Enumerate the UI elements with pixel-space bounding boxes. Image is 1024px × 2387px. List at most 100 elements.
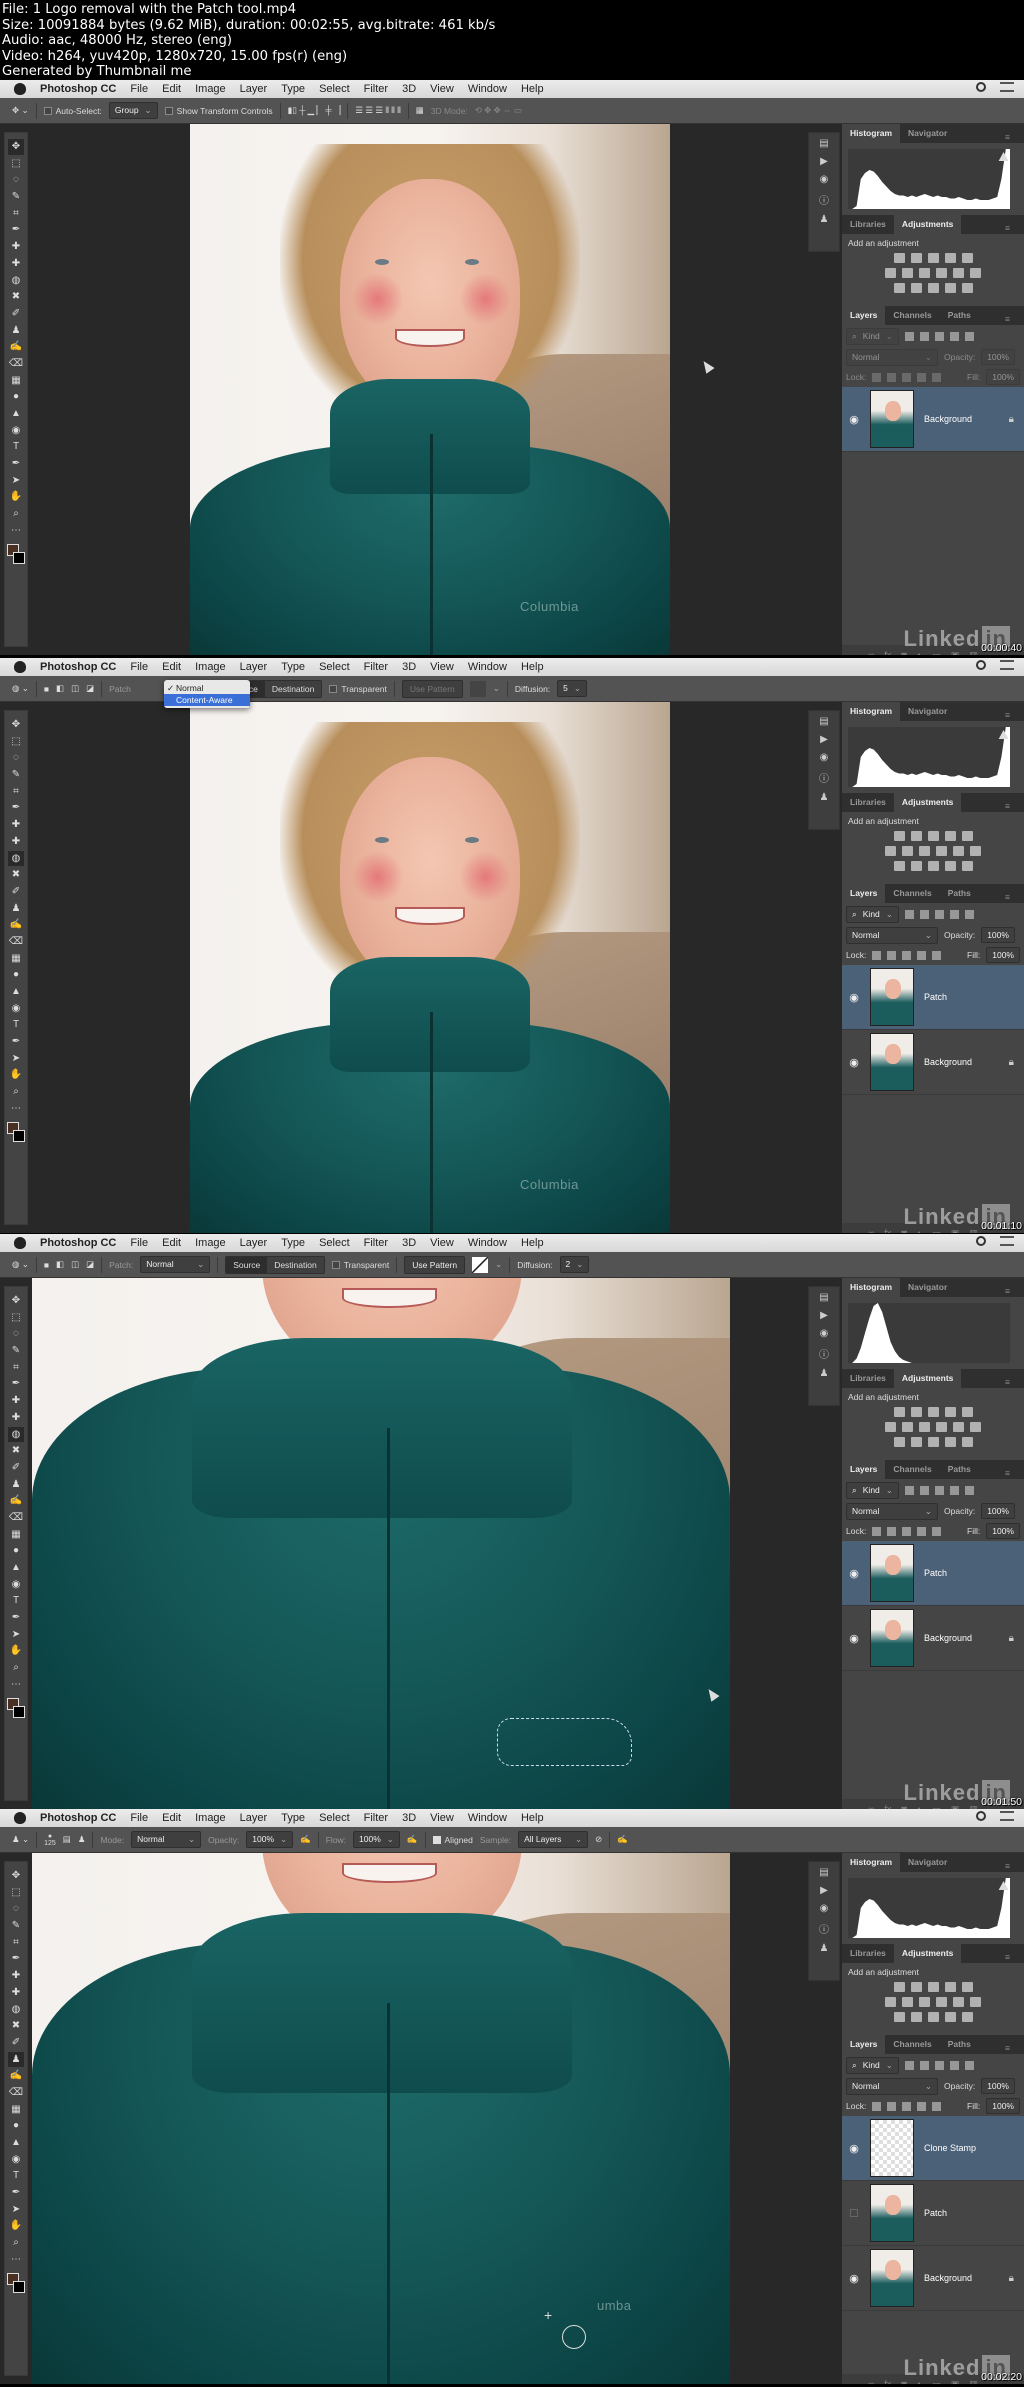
hue-saturation-icon[interactable] xyxy=(885,1422,896,1432)
black-white-icon[interactable] xyxy=(919,846,930,856)
menu-image[interactable]: Image xyxy=(195,1237,226,1249)
selective-color-icon[interactable] xyxy=(944,861,956,871)
filter-smart-icon[interactable] xyxy=(964,1485,974,1495)
link-icon[interactable]: ∞ xyxy=(868,2379,874,2384)
tab-histogram[interactable]: Histogram xyxy=(842,124,901,143)
selective-color-icon[interactable] xyxy=(944,283,956,293)
filter-pixel-icon[interactable] xyxy=(904,1485,914,1495)
patch-tool-icon[interactable]: ◍ xyxy=(8,273,24,289)
lock-icon[interactable]: 🔒︎ xyxy=(1009,1633,1014,1644)
spot-heal-tool-icon[interactable]: ✚ xyxy=(8,1968,24,1984)
selective-color-icon[interactable] xyxy=(944,1437,956,1447)
lock-all-icon[interactable] xyxy=(932,950,942,960)
vibrance-icon[interactable] xyxy=(961,1982,973,1992)
menu-edit[interactable]: Edit xyxy=(162,661,181,673)
posterize-icon[interactable] xyxy=(910,861,922,871)
destination-button[interactable]: Destination xyxy=(267,1256,324,1273)
threshold-icon[interactable] xyxy=(927,283,939,293)
photo-filter-icon[interactable] xyxy=(936,268,947,278)
apple-icon[interactable] xyxy=(14,661,26,673)
marquee-tool-icon[interactable]: ⬚ xyxy=(8,156,24,172)
lock-brush-icon[interactable] xyxy=(887,1526,897,1536)
selection-mode-add[interactable]: ◧ xyxy=(56,683,64,694)
patch-tool-icon[interactable]: ◍ xyxy=(8,1426,24,1443)
pen-tool-icon[interactable]: ✒ xyxy=(8,1610,24,1626)
content-move-tool-icon[interactable]: ✖ xyxy=(8,867,24,883)
tab-paths[interactable]: Paths xyxy=(940,884,979,903)
ignore-adjustment-icon[interactable]: ⊘ xyxy=(595,1834,602,1845)
blend-mode-dropdown[interactable]: Normal ⌄ xyxy=(846,1502,938,1520)
panel-menu-icon[interactable]: ≡ xyxy=(997,1857,1018,1875)
tab-navigator[interactable]: Navigator xyxy=(900,1853,955,1872)
tab-histogram[interactable]: Histogram xyxy=(842,1853,901,1872)
menu-3d[interactable]: 3D xyxy=(402,661,416,673)
lock-artboard-icon[interactable] xyxy=(917,2101,927,2111)
hue-saturation-icon[interactable] xyxy=(885,846,896,856)
crop-tool-icon[interactable]: ⌗ xyxy=(8,784,24,800)
lasso-tool-icon[interactable]: ◌ xyxy=(8,1326,24,1342)
lock-icon[interactable]: 🔒︎ xyxy=(1009,2273,1014,2284)
tab-histogram[interactable]: Histogram xyxy=(842,1278,901,1297)
levels-icon[interactable] xyxy=(910,253,922,263)
sharpen-tool-icon[interactable]: ▲ xyxy=(8,406,24,422)
selection-mode-new[interactable]: ■ xyxy=(44,684,49,694)
menu-window[interactable]: Window xyxy=(468,1812,507,1824)
diffusion-field[interactable]: 2 ⌄ xyxy=(559,1256,590,1273)
menu-filter[interactable]: Filter xyxy=(364,83,388,95)
patch-mode-option[interactable]: Content-Aware xyxy=(164,694,250,706)
document-photo[interactable]: umba + xyxy=(32,1853,730,2384)
content-move-tool-icon[interactable]: ✖ xyxy=(8,2018,24,2034)
filter-pixel-icon[interactable] xyxy=(904,909,914,919)
hand-tool-icon[interactable]: ✋ xyxy=(8,2218,24,2234)
menu-type[interactable]: Type xyxy=(281,1237,305,1249)
lock-transparent-icon[interactable] xyxy=(872,2101,882,2111)
tab-channels[interactable]: Channels xyxy=(885,2035,939,2054)
workspace-icon[interactable] xyxy=(1000,1811,1014,1821)
hand-tool-icon[interactable]: ✋ xyxy=(8,1643,24,1659)
pressure-size-icon[interactable]: ✍ xyxy=(617,1834,628,1845)
document-photo[interactable] xyxy=(32,1278,730,1809)
curves-icon[interactable] xyxy=(927,1407,939,1417)
tab-adjustments[interactable]: Adjustments xyxy=(893,1944,962,1963)
destination-button[interactable]: Destination xyxy=(264,680,322,697)
tab-channels[interactable]: Channels xyxy=(885,306,939,325)
color-balance-icon[interactable] xyxy=(902,846,913,856)
kind-filter-dropdown[interactable]: ⌕ Kind ⌄ xyxy=(846,905,899,923)
curves-icon[interactable] xyxy=(927,1982,939,1992)
filter-adjustment-icon[interactable] xyxy=(919,909,929,919)
clone-source-icon[interactable]: ♟ xyxy=(820,214,829,225)
filter-type-icon[interactable] xyxy=(934,1485,944,1495)
brush-settings-icon[interactable]: ▤ xyxy=(63,1834,71,1845)
opacity-field[interactable]: 100% xyxy=(981,1503,1015,1519)
visibility-eye-icon[interactable]: ◉ xyxy=(848,2272,860,2285)
path-select-tool-icon[interactable]: ➤ xyxy=(8,1051,24,1067)
panel-menu-icon[interactable]: ≡ xyxy=(997,797,1018,815)
tab-navigator[interactable]: Navigator xyxy=(900,124,955,143)
tab-adjustments[interactable]: Adjustments xyxy=(893,215,962,234)
filter-smart-icon[interactable] xyxy=(964,331,974,341)
menu-select[interactable]: Select xyxy=(319,83,350,95)
clone-source-panel-icon[interactable]: ♟ xyxy=(78,1834,86,1845)
patch-tool-icon[interactable]: ◍ xyxy=(8,850,24,867)
sharpen-tool-icon[interactable]: ▲ xyxy=(8,1560,24,1576)
opacity-field[interactable]: 100% xyxy=(981,2078,1015,2094)
gradient-tool-icon[interactable]: ▦ xyxy=(8,951,24,967)
properties-icon[interactable]: ◉ xyxy=(820,1903,829,1914)
healing-tool-icon[interactable]: ✚ xyxy=(8,834,24,850)
use-pattern-button[interactable]: Use Pattern xyxy=(404,1255,466,1274)
flow-field[interactable]: 100% ⌄ xyxy=(353,1831,400,1848)
lock-brush-icon[interactable] xyxy=(887,372,897,382)
brush-tool-icon[interactable]: ✐ xyxy=(8,884,24,900)
exposure-icon[interactable] xyxy=(944,831,956,841)
history-icon[interactable]: ▤ xyxy=(819,1867,828,1878)
zoom-tool-icon[interactable]: ⌕ xyxy=(8,1084,24,1100)
channel-mixer-icon[interactable] xyxy=(953,1422,964,1432)
selection-mode-new[interactable]: ■ xyxy=(44,1260,49,1270)
filter-smart-icon[interactable] xyxy=(964,909,974,919)
menu-file[interactable]: File xyxy=(130,83,148,95)
filter-shape-icon[interactable] xyxy=(949,1485,959,1495)
tab-layers[interactable]: Layers xyxy=(842,1460,886,1479)
menu-type[interactable]: Type xyxy=(281,1812,305,1824)
lock-move-icon[interactable] xyxy=(902,1526,912,1536)
patch-tool-icon[interactable]: ◍ ⌄ xyxy=(12,683,29,694)
